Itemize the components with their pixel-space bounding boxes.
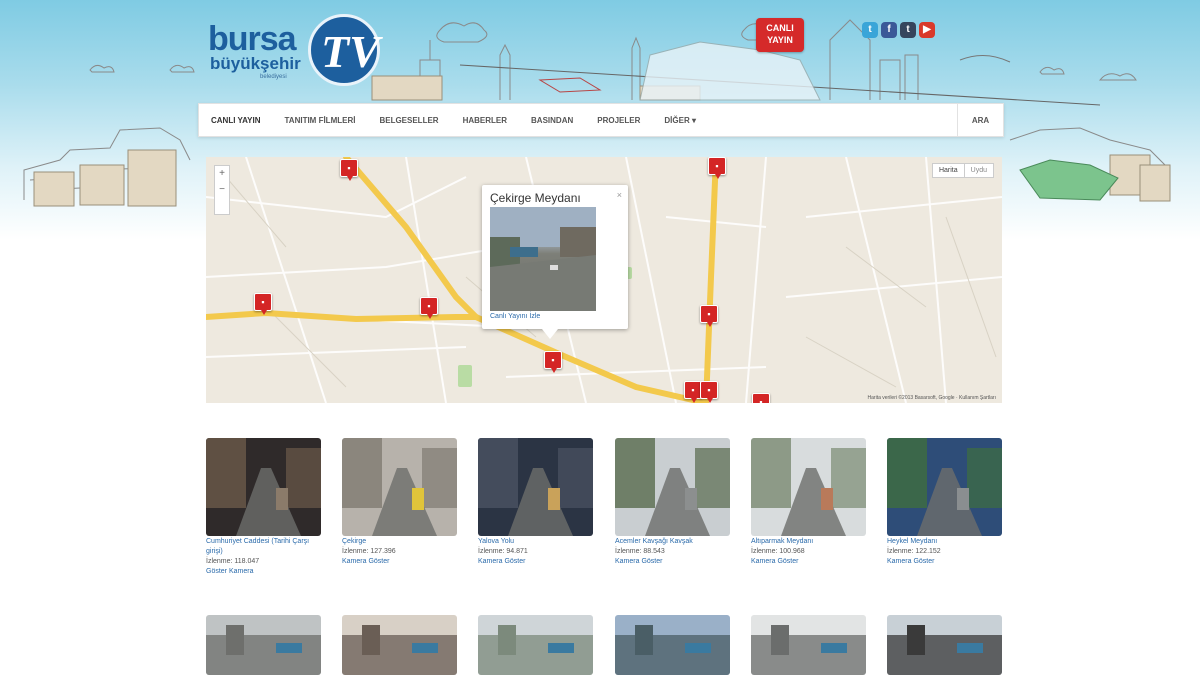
camera-card xyxy=(206,615,321,675)
nav-item[interactable]: HABERLER xyxy=(451,116,519,125)
facebook-icon[interactable]: f xyxy=(881,22,897,38)
camera-thumbnail[interactable] xyxy=(206,615,321,675)
nav-item[interactable]: TANITIM FİLMLERİ xyxy=(273,116,368,125)
camera-title[interactable]: Cumhuriyet Caddesi (Tarihi Çarşı girişi) xyxy=(206,537,321,557)
camera-marker[interactable]: ▪ xyxy=(752,393,770,403)
bursa-tv-logo[interactable]: bursa büyükşehir belediyesi TV xyxy=(208,14,388,90)
camera-card xyxy=(887,615,1002,675)
camera-title[interactable]: Yalova Yolu xyxy=(478,537,593,547)
camera-title[interactable]: Çekirge xyxy=(342,537,457,547)
map-type-map-button[interactable]: Harita xyxy=(933,164,964,177)
camera-thumbnail[interactable] xyxy=(342,615,457,675)
camera-card: Acemler Kavşağı Kavşak İzlenme: 88.543 Kam… xyxy=(615,438,730,567)
camera-show-link[interactable]: Kamera Göster xyxy=(478,557,593,567)
camera-thumbnail[interactable] xyxy=(887,615,1002,675)
camera-card xyxy=(751,615,866,675)
zoom-in-button[interactable]: + xyxy=(215,166,229,182)
social-links: t f t ▶ xyxy=(862,22,935,38)
camera-thumbnail[interactable] xyxy=(751,615,866,675)
watch-live-link[interactable]: Canlı Yayını İzle xyxy=(490,313,540,320)
live-badge-line2: YAYIN xyxy=(767,35,793,45)
camera-card: Yalova Yolu İzlenme: 94.871 Kamera Göster xyxy=(478,438,593,567)
camera-view-count: İzlenme: 118.047 xyxy=(206,558,260,565)
camera-thumbnail[interactable] xyxy=(478,438,593,536)
camera-thumbnail[interactable] xyxy=(615,615,730,675)
map-attribution: Harita verileri ©2013 Basarsoft, Google … xyxy=(867,395,996,401)
youtube-icon[interactable]: ▶ xyxy=(919,22,935,38)
camera-title[interactable]: Acemler Kavşağı Kavşak xyxy=(615,537,730,547)
nav-item[interactable]: BELGESELLER xyxy=(367,116,450,125)
camera-thumbnail[interactable] xyxy=(478,615,593,675)
camera-thumbnail[interactable] xyxy=(887,438,1002,536)
nav-item[interactable]: BASINDAN xyxy=(519,116,585,125)
camera-show-link[interactable]: Kamera Göster xyxy=(615,557,730,567)
twitter-icon[interactable]: t xyxy=(862,22,878,38)
infowindow-title: Çekirge Meydanı xyxy=(490,191,581,205)
camera-thumbnail[interactable] xyxy=(615,438,730,536)
camera-marker[interactable]: ▪ xyxy=(708,157,726,179)
camera-card xyxy=(342,615,457,675)
close-icon[interactable]: × xyxy=(617,190,622,200)
nav-item[interactable]: DİĞER ▾ xyxy=(652,116,708,125)
camera-marker[interactable]: ▪ xyxy=(340,159,358,181)
nav-item[interactable]: CANLI YAYIN xyxy=(199,116,273,125)
nav-item[interactable]: PROJELER xyxy=(585,116,652,125)
live-badge-line1: CANLI xyxy=(766,23,794,33)
camera-view-count: İzlenme: 94.871 xyxy=(478,548,528,555)
map-type-control[interactable]: Harita Uydu xyxy=(931,163,994,178)
camera-thumbnail[interactable] xyxy=(342,438,457,536)
logo-tv-circle: TV xyxy=(308,14,380,86)
infowindow-camera-preview[interactable] xyxy=(490,207,596,311)
camera-thumbnail[interactable] xyxy=(206,438,321,536)
camera-marker[interactable]: ▪ xyxy=(420,297,438,319)
camera-marker[interactable]: ▪ xyxy=(544,351,562,373)
camera-show-link[interactable]: Kamera Göster xyxy=(751,557,866,567)
main-navigation: CANLI YAYIN TANITIM FİLMLERİ BELGESELLER HA… xyxy=(198,103,1004,137)
camera-marker[interactable]: ▪ xyxy=(254,293,272,315)
camera-thumbnail[interactable] xyxy=(751,438,866,536)
camera-view-count: İzlenme: 122.152 xyxy=(887,548,941,555)
camera-show-link[interactable]: Göster Kamera xyxy=(206,567,321,577)
logo-tagline: belediyesi xyxy=(260,74,287,80)
camera-card: Cumhuriyet Caddesi (Tarihi Çarşı girişi)… xyxy=(206,438,321,577)
camera-card: Çekirge İzlenme: 127.396 Kamera Göster xyxy=(342,438,457,567)
tumblr-icon[interactable]: t xyxy=(900,22,916,38)
camera-view-count: İzlenme: 100.968 xyxy=(751,548,805,555)
camera-card: Heykel Meydanı İzlenme: 122.152 Kamera Gös… xyxy=(887,438,1002,567)
camera-view-count: İzlenme: 88.543 xyxy=(615,548,665,555)
camera-card xyxy=(478,615,593,675)
zoom-out-button[interactable]: − xyxy=(215,182,229,198)
camera-card xyxy=(615,615,730,675)
camera-marker[interactable]: ▪ xyxy=(700,381,718,403)
camera-card: Altıparmak Meydanı İzlenme: 100.968 Kamera… xyxy=(751,438,866,567)
logo-subtitle: büyükşehir xyxy=(210,54,301,73)
camera-title[interactable]: Altıparmak Meydanı xyxy=(751,537,866,547)
camera-infowindow: Çekirge Meydanı × Canlı Yayını İzle xyxy=(482,185,628,339)
camera-view-count: İzlenme: 127.396 xyxy=(342,548,396,555)
map-type-satellite-button[interactable]: Uydu xyxy=(963,164,993,177)
map-zoom-control[interactable]: + − xyxy=(214,165,230,215)
live-broadcast-badge[interactable]: CANLI YAYIN xyxy=(756,18,804,52)
camera-show-link[interactable]: Kamera Göster xyxy=(887,557,1002,567)
camera-title[interactable]: Heykel Meydanı xyxy=(887,537,1002,547)
search-button[interactable]: ARA xyxy=(957,104,1003,136)
camera-map[interactable]: + − Harita Uydu ▪ ▪ ▪ ▪ ▪ ▪ ▪ ▪ ▪ Çekirg… xyxy=(206,157,1002,403)
camera-show-link[interactable]: Kamera Göster xyxy=(342,557,457,567)
camera-marker[interactable]: ▪ xyxy=(700,305,718,327)
